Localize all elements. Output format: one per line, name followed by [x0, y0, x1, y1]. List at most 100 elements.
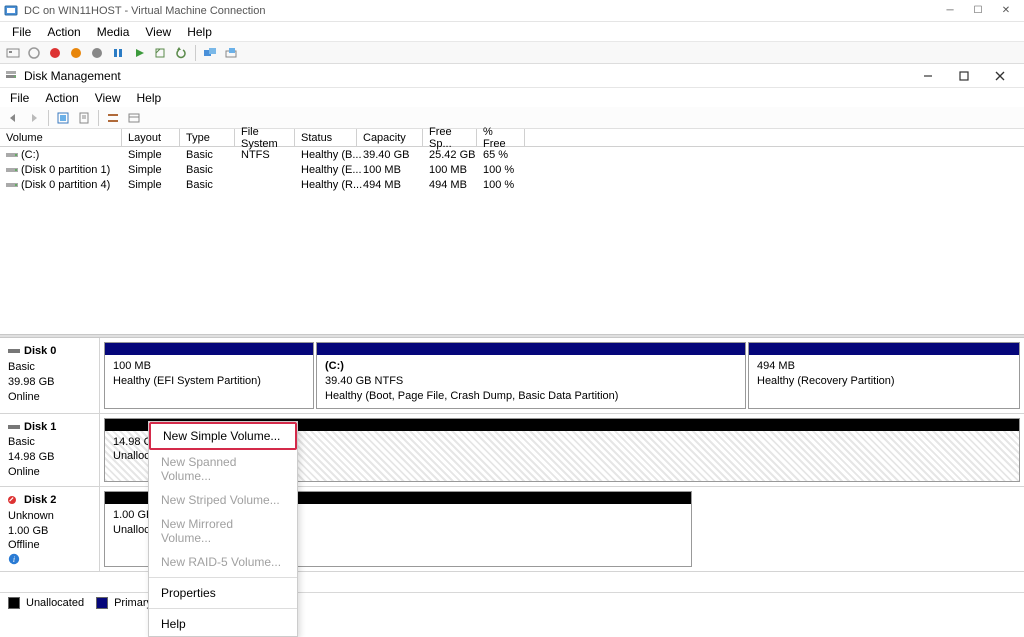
vm-revert-icon[interactable]	[172, 44, 190, 62]
disk-icon	[8, 422, 20, 432]
disk2-info[interactable]: Disk 2 Unknown 1.00 GB Offline i	[0, 487, 100, 571]
menu-properties[interactable]: Properties	[149, 581, 297, 605]
disk1-info[interactable]: Disk 1 Basic 14.98 GB Online	[0, 414, 100, 486]
dm-window-title: Disk Management	[24, 69, 916, 83]
vm-icon	[4, 4, 18, 18]
vol-status: Healthy (R...	[295, 177, 357, 192]
dm-menu-file[interactable]: File	[2, 89, 37, 107]
col-filesystem[interactable]: File System	[235, 129, 295, 146]
col-pfree[interactable]: % Free	[477, 129, 525, 146]
part-desc: Healthy (Recovery Partition)	[757, 374, 1011, 389]
menu-new-striped-volume: New Striped Volume...	[149, 488, 297, 512]
legend-swatch-primary	[96, 597, 108, 609]
disk1-size: 14.98 GB	[8, 450, 91, 465]
volume-row[interactable]: (Disk 0 partition 1) Simple Basic Health…	[0, 162, 1024, 177]
vol-name: (C:)	[21, 149, 39, 161]
vm-start-icon[interactable]	[25, 44, 43, 62]
menu-help[interactable]: Help	[149, 612, 297, 636]
col-type[interactable]: Type	[180, 129, 235, 146]
vol-capacity: 100 MB	[357, 162, 423, 177]
dm-menu-help[interactable]: Help	[129, 89, 170, 107]
vm-minimize-button[interactable]: ─	[936, 1, 964, 21]
vol-free: 494 MB	[423, 177, 477, 192]
vol-type: Basic	[180, 177, 235, 192]
vol-fs	[235, 162, 295, 177]
dm-menubar: File Action View Help	[0, 88, 1024, 107]
menu-new-mirrored-volume: New Mirrored Volume...	[149, 512, 297, 550]
vol-name: (Disk 0 partition 4)	[21, 179, 110, 191]
vm-menubar: File Action Media View Help	[0, 22, 1024, 42]
back-icon[interactable]	[4, 109, 22, 127]
disk2-status: Offline	[8, 539, 40, 551]
vm-turnoff-icon[interactable]	[46, 44, 64, 62]
list-icon[interactable]	[125, 109, 143, 127]
vm-shutdown-icon[interactable]	[67, 44, 85, 62]
disk2-name: Disk 2	[24, 493, 56, 508]
disk0-size: 39.98 GB	[8, 375, 91, 390]
col-volume[interactable]: Volume	[0, 129, 122, 146]
volume-list-header: Volume Layout Type File System Status Ca…	[0, 129, 1024, 147]
part-size: 100 MB	[113, 359, 305, 374]
volume-row[interactable]: (Disk 0 partition 4) Simple Basic Health…	[0, 177, 1024, 192]
col-spacer	[525, 129, 1024, 146]
menu-new-simple-volume[interactable]: New Simple Volume...	[151, 424, 295, 448]
dm-close-button[interactable]	[988, 66, 1012, 86]
disk0-info[interactable]: Disk 0 Basic 39.98 GB Online	[0, 338, 100, 413]
disk0-type: Basic	[8, 360, 91, 375]
col-status[interactable]: Status	[295, 129, 357, 146]
vm-menu-file[interactable]: File	[4, 23, 39, 41]
vm-menu-action[interactable]: Action	[39, 23, 88, 41]
vm-ctrl-alt-del-icon[interactable]	[4, 44, 22, 62]
disk0-partition-2[interactable]: (C:) 39.40 GB NTFS Healthy (Boot, Page F…	[316, 342, 746, 409]
col-free[interactable]: Free Sp...	[423, 129, 477, 146]
legend-unallocated: Unallocated	[26, 597, 84, 609]
dm-titlebar: Disk Management	[0, 64, 1024, 88]
disk0-partition-3[interactable]: 494 MB Healthy (Recovery Partition)	[748, 342, 1020, 409]
vm-share-icon[interactable]	[222, 44, 240, 62]
col-layout[interactable]: Layout	[122, 129, 180, 146]
vol-type: Basic	[180, 162, 235, 177]
vm-reset-icon[interactable]	[130, 44, 148, 62]
vm-menu-help[interactable]: Help	[179, 23, 220, 41]
partition-cap	[105, 343, 313, 355]
part-desc: Healthy (Boot, Page File, Crash Dump, Ba…	[325, 389, 737, 404]
disk-management-icon	[4, 69, 18, 83]
dm-maximize-button[interactable]	[952, 66, 976, 86]
drive-icon	[6, 165, 18, 175]
help-icon2[interactable]	[75, 109, 93, 127]
vm-titlebar: DC on WIN11HOST - Virtual Machine Connec…	[0, 0, 1024, 22]
dm-minimize-button[interactable]	[916, 66, 940, 86]
menu-separator	[149, 608, 297, 609]
settings-icon[interactable]	[104, 109, 122, 127]
vm-menu-view[interactable]: View	[137, 23, 179, 41]
disk1-status: Online	[8, 465, 91, 480]
toolbar-separator	[48, 110, 49, 126]
vm-toolbar	[0, 42, 1024, 64]
dm-menu-view[interactable]: View	[87, 89, 129, 107]
vm-save-icon[interactable]	[88, 44, 106, 62]
vm-enhanced-icon[interactable]	[201, 44, 219, 62]
dm-menu-action[interactable]: Action	[37, 89, 86, 107]
vol-layout: Simple	[122, 162, 180, 177]
part-size: 494 MB	[757, 359, 1011, 374]
vm-pause-icon[interactable]	[109, 44, 127, 62]
vol-type: Basic	[180, 147, 235, 162]
disk-row-0: Disk 0 Basic 39.98 GB Online 100 MB Heal…	[0, 338, 1024, 414]
menu-new-raid5-volume: New RAID-5 Volume...	[149, 550, 297, 574]
part-desc: Healthy (EFI System Partition)	[113, 374, 305, 389]
menu-separator	[149, 577, 297, 578]
info-icon[interactable]: i	[8, 553, 91, 565]
disk0-partition-1[interactable]: 100 MB Healthy (EFI System Partition)	[104, 342, 314, 409]
legend-swatch-unallocated	[8, 597, 20, 609]
refresh-icon[interactable]	[54, 109, 72, 127]
svg-text:i: i	[13, 555, 15, 564]
col-capacity[interactable]: Capacity	[357, 129, 423, 146]
vm-close-button[interactable]: ✕	[992, 1, 1020, 21]
vm-checkpoint-icon[interactable]	[151, 44, 169, 62]
volume-list-empty-area	[0, 192, 1024, 334]
disk1-name: Disk 1	[24, 420, 56, 435]
vm-maximize-button[interactable]: ☐	[964, 1, 992, 21]
forward-icon[interactable]	[25, 109, 43, 127]
vm-menu-media[interactable]: Media	[89, 23, 138, 41]
disk1-type: Basic	[8, 435, 91, 450]
